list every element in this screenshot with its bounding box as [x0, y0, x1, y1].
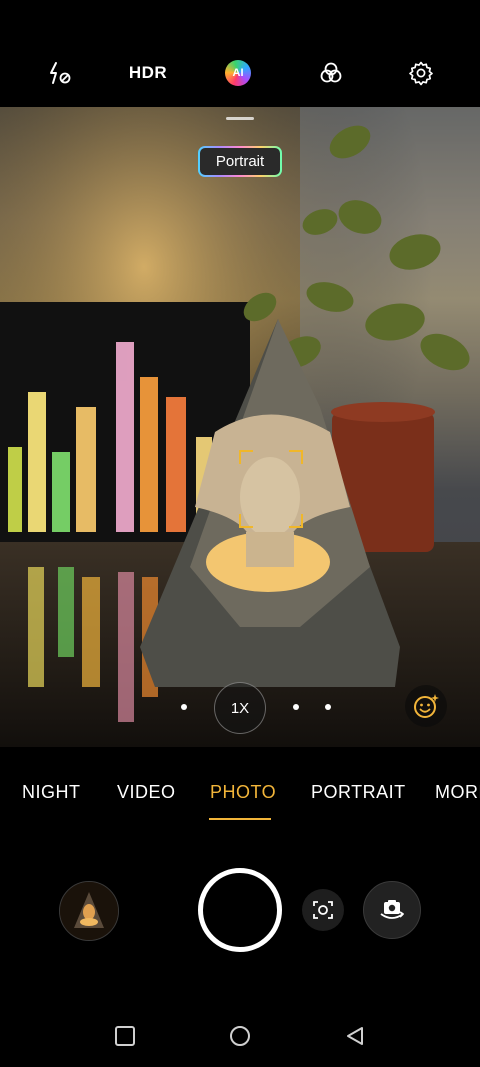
zoom-dot[interactable] [325, 704, 331, 710]
ai-label: AI [232, 67, 244, 79]
shutter-button[interactable] [198, 868, 282, 952]
scene-label: Portrait [215, 153, 265, 170]
scan-lens-icon[interactable] [302, 889, 344, 931]
hdr-toggle[interactable]: HDR [124, 56, 172, 90]
flash-off-icon[interactable] [42, 56, 76, 90]
zoom-label: 1X [230, 699, 250, 717]
flip-camera-icon[interactable] [363, 881, 421, 939]
mode-night[interactable]: NIGHT [22, 782, 81, 803]
focus-frame [239, 450, 303, 528]
beauty-face-icon[interactable] [405, 685, 447, 727]
mode-photo[interactable]: PHOTO [210, 782, 276, 803]
square-icon[interactable] [112, 1023, 138, 1049]
circle-icon[interactable] [227, 1023, 253, 1049]
mode-portrait[interactable]: PORTRAIT [311, 782, 406, 803]
system-navigation-bar [0, 1005, 480, 1067]
gallery-thumbnail[interactable] [59, 881, 119, 941]
zoom-dot[interactable] [181, 704, 187, 710]
hdr-label: HDR [128, 63, 168, 82]
triangle-back-icon[interactable] [342, 1023, 368, 1049]
filter-icon[interactable] [314, 56, 348, 90]
scene-detection-chip[interactable]: Portrait [198, 146, 282, 177]
panel-drag-handle[interactable] [226, 117, 254, 120]
viewfinder-scene [0, 107, 480, 747]
mode-selector: NIGHT VIDEO PHOTO PORTRAIT MORE [0, 780, 480, 824]
mode-video[interactable]: VIDEO [117, 782, 176, 803]
ai-toggle[interactable]: AI [222, 56, 254, 90]
zoom-level-button[interactable]: 1X [214, 682, 266, 734]
zoom-dot[interactable] [293, 704, 299, 710]
mode-more[interactable]: MORE [435, 782, 480, 803]
active-mode-indicator [209, 818, 271, 820]
zoom-selector: 1X [0, 682, 480, 734]
ai-icon: AI [225, 60, 251, 86]
gear-icon[interactable] [404, 56, 438, 90]
top-toolbar: HDR AI [0, 0, 480, 107]
camera-viewfinder[interactable]: Portrait [0, 107, 480, 747]
